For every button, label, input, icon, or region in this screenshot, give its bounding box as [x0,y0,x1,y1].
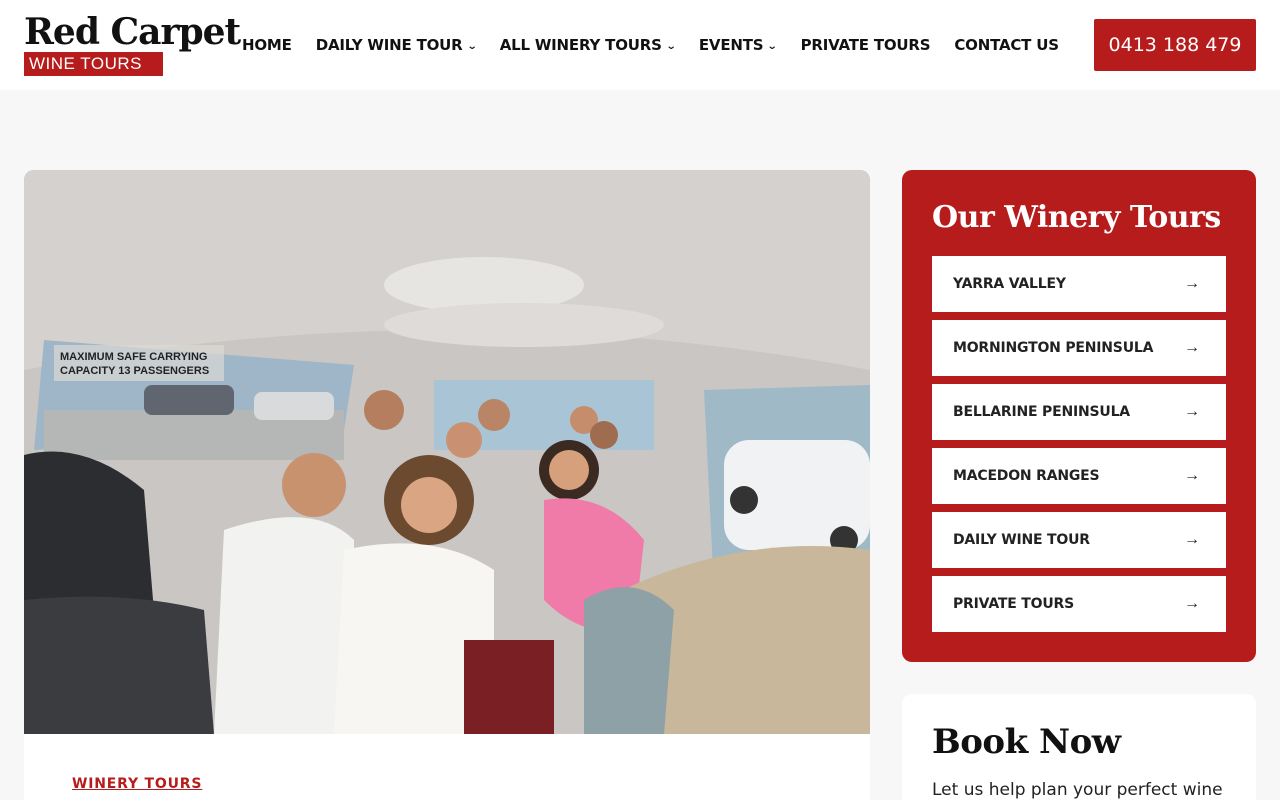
tour-link-macedon-ranges[interactable]: MACEDON RANGES → [932,448,1226,504]
nav-home-label: HOME [242,36,292,54]
chevron-down-icon: ⌄ [665,40,677,52]
logo-title: Red Carpet [24,11,241,53]
nav-private-tours[interactable]: PRIVATE TOURS [801,36,931,54]
chevron-down-icon: ⌄ [466,40,477,52]
book-now-widget: Book Now Let us help plan your perfect w… [902,694,1256,800]
nav-contact-us[interactable]: CONTACT US [954,36,1059,54]
nav-all-winery-tours-label: ALL WINERY TOURS [499,36,662,54]
book-now-text: Let us help plan your perfect wine [932,780,1223,800]
tour-link-private-tours[interactable]: PRIVATE TOURS → [932,576,1226,632]
tour-label: PRIVATE TOURS [953,596,1074,612]
tour-label: MORNINGTON PENINSULA [953,340,1154,356]
hero-sign-line2: CAPACITY 13 PASSENGERS [60,365,209,377]
article-card: WINERY TOURS [24,734,870,800]
category-link[interactable]: WINERY TOURS [72,776,202,792]
tour-label: YARRA VALLEY [953,276,1066,292]
nav-all-winery-tours[interactable]: ALL WINERY TOURS ⌄ [499,36,677,54]
hero-sign-line1: MAXIMUM SAFE CARRYING [60,351,207,363]
hero-image: MAXIMUM SAFE CARRYING CAPACITY 13 PASSEN… [24,170,870,734]
tour-link-daily-wine-tour[interactable]: DAILY WINE TOUR → [932,512,1226,568]
tours-title: Our Winery Tours [932,200,1221,235]
tour-label: DAILY WINE TOUR [953,532,1090,548]
arrow-right-icon: → [1184,531,1200,548]
nav-home[interactable]: HOME [242,36,292,54]
logo-subtitle: WINE TOURS [24,52,163,76]
tour-label: BELLARINE PENINSULA [953,404,1130,420]
nav-contact-us-label: CONTACT US [954,36,1059,54]
tours-widget: Our Winery Tours YARRA VALLEY → MORNINGT… [902,170,1256,662]
nav-daily-wine-tour[interactable]: DAILY WINE TOUR ⌄ [315,36,477,54]
tour-link-yarra-valley[interactable]: YARRA VALLEY → [932,256,1226,312]
main-nav: HOME DAILY WINE TOUR ⌄ ALL WINERY TOURS ⌄ … [242,32,1059,58]
nav-private-tours-label: PRIVATE TOURS [800,36,931,54]
site-header: Red Carpet WINE TOURS HOME DAILY WINE TO… [0,0,1280,90]
arrow-right-icon: → [1184,595,1200,612]
tour-label: MACEDON RANGES [953,468,1100,484]
nav-events-label: EVENTS [698,36,764,54]
arrow-right-icon: → [1184,403,1200,420]
arrow-right-icon: → [1184,467,1200,484]
tour-link-mornington-peninsula[interactable]: MORNINGTON PENINSULA → [932,320,1226,376]
nav-events[interactable]: EVENTS ⌄ [698,36,778,54]
tour-link-bellarine-peninsula[interactable]: BELLARINE PENINSULA → [932,384,1226,440]
chevron-down-icon: ⌄ [767,40,778,52]
tour-list: YARRA VALLEY → MORNINGTON PENINSULA → BE… [932,256,1226,640]
site-logo[interactable]: Red Carpet WINE TOURS [24,12,241,78]
arrow-right-icon: → [1184,339,1200,356]
book-now-title: Book Now [932,722,1121,762]
hero-illustration: MAXIMUM SAFE CARRYING CAPACITY 13 PASSEN… [24,170,870,734]
phone-button[interactable]: 0413 188 479 [1094,19,1256,71]
nav-daily-wine-tour-label: DAILY WINE TOUR [315,36,463,54]
arrow-right-icon: → [1184,275,1200,292]
